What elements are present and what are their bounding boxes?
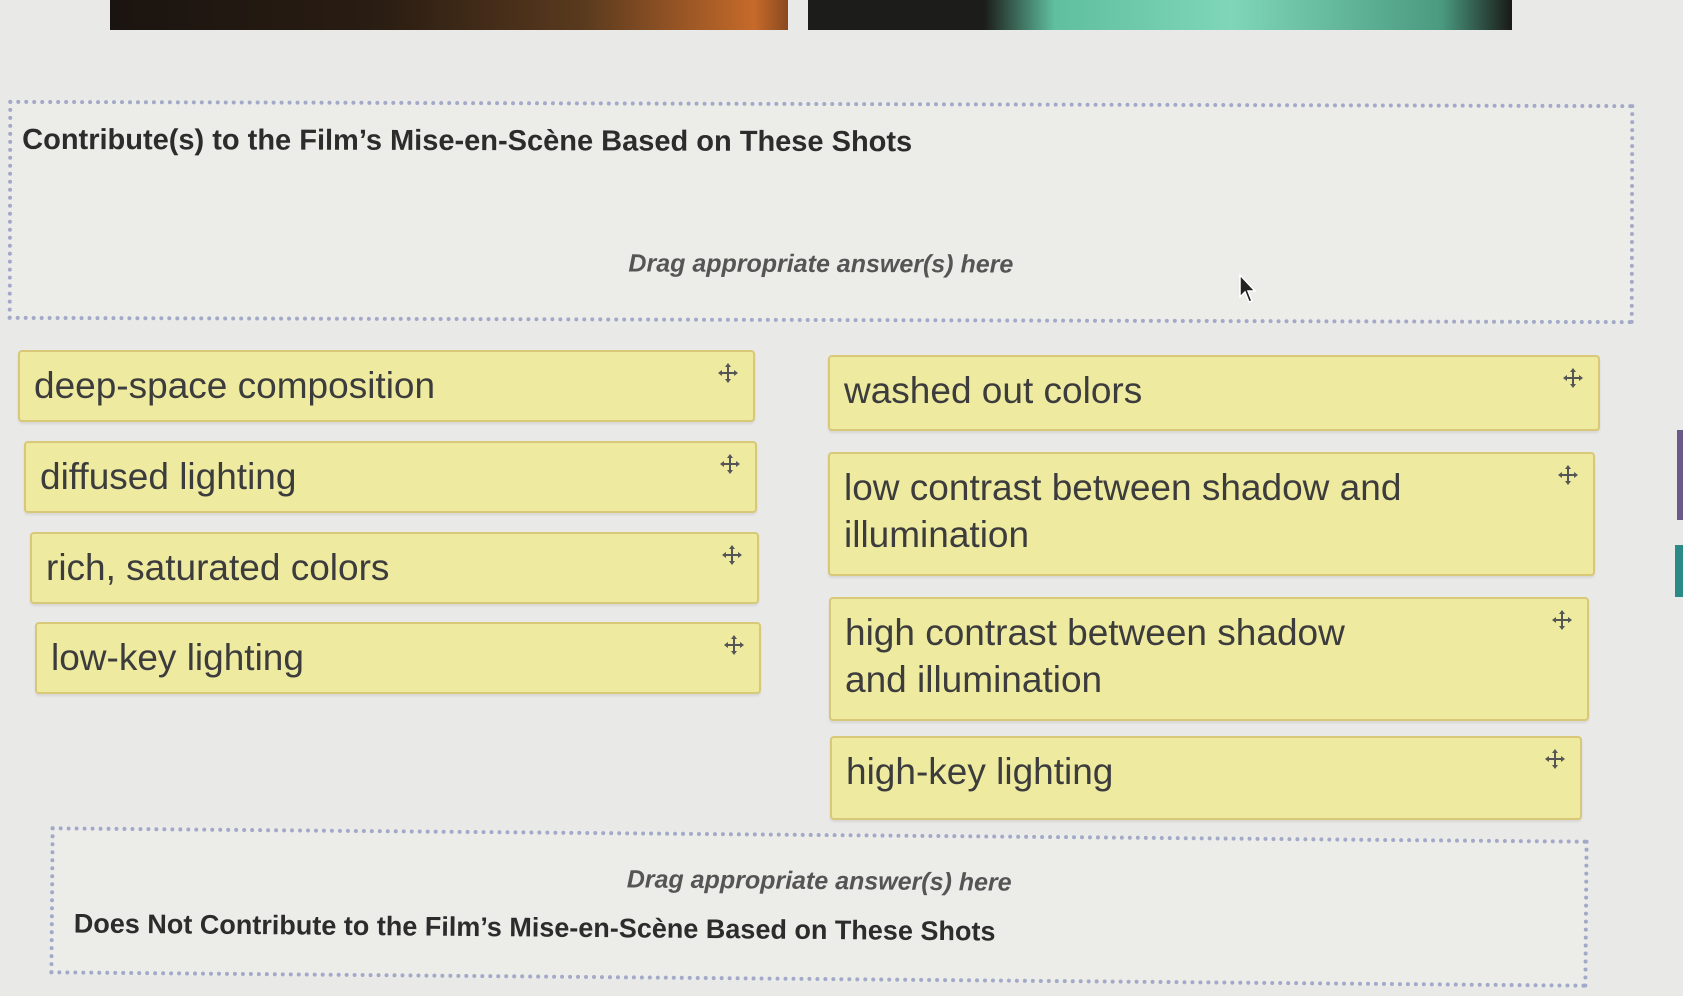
move-arrows-icon[interactable] <box>1557 464 1579 486</box>
window-edge-mark <box>1675 545 1683 597</box>
answer-item-deep-space-composition[interactable]: deep-space composition <box>18 350 755 422</box>
answer-item-high-key-lighting[interactable]: high-key lighting <box>830 736 1582 820</box>
answer-item-label: diffused lighting <box>40 456 297 497</box>
answer-item-label: low-key lighting <box>51 637 304 678</box>
answer-item-high-contrast[interactable]: high contrast between shadow and illumin… <box>829 597 1589 721</box>
move-arrows-icon[interactable] <box>1562 367 1584 389</box>
film-shot-image-right <box>808 0 1512 30</box>
answer-item-label: high-key lighting <box>846 751 1114 792</box>
move-arrows-icon[interactable] <box>723 634 745 656</box>
answer-item-low-key-lighting[interactable]: low-key lighting <box>35 622 761 694</box>
answer-item-label: washed out colors <box>844 370 1143 411</box>
answer-item-diffused-lighting[interactable]: diffused lighting <box>24 441 757 513</box>
drop-zone-does-not-contribute[interactable]: Drag appropriate answer(s) here Does Not… <box>49 826 1589 988</box>
move-arrows-icon[interactable] <box>717 362 739 384</box>
drop-zone-title: Does Not Contribute to the Film’s Mise-e… <box>73 908 996 947</box>
answer-item-low-contrast[interactable]: low contrast between shadow and illumina… <box>828 452 1595 576</box>
film-shot-image-left <box>110 0 788 30</box>
drop-zone-title: Contribute(s) to the Film’s Mise-en-Scèn… <box>22 123 913 159</box>
answer-item-label: deep-space composition <box>34 365 436 406</box>
move-arrows-icon[interactable] <box>1544 748 1566 770</box>
mouse-pointer-icon <box>1238 273 1258 305</box>
drop-zone-hint: Drag appropriate answer(s) here <box>626 865 1012 897</box>
answer-item-label: low contrast between shadow and illumina… <box>844 467 1402 555</box>
answer-item-label: high contrast between shadow and illumin… <box>845 612 1345 700</box>
drop-zone-contributes[interactable]: Contribute(s) to the Film’s Mise-en-Scèn… <box>7 99 1635 325</box>
answer-item-label: rich, saturated colors <box>46 547 390 588</box>
move-arrows-icon[interactable] <box>1551 609 1573 631</box>
move-arrows-icon[interactable] <box>719 453 741 475</box>
move-arrows-icon[interactable] <box>721 544 743 566</box>
window-edge-mark <box>1677 430 1683 520</box>
answer-item-rich-saturated-colors[interactable]: rich, saturated colors <box>30 532 759 604</box>
answer-item-washed-out-colors[interactable]: washed out colors <box>828 355 1600 431</box>
drop-zone-hint: Drag appropriate answer(s) here <box>628 249 1014 279</box>
